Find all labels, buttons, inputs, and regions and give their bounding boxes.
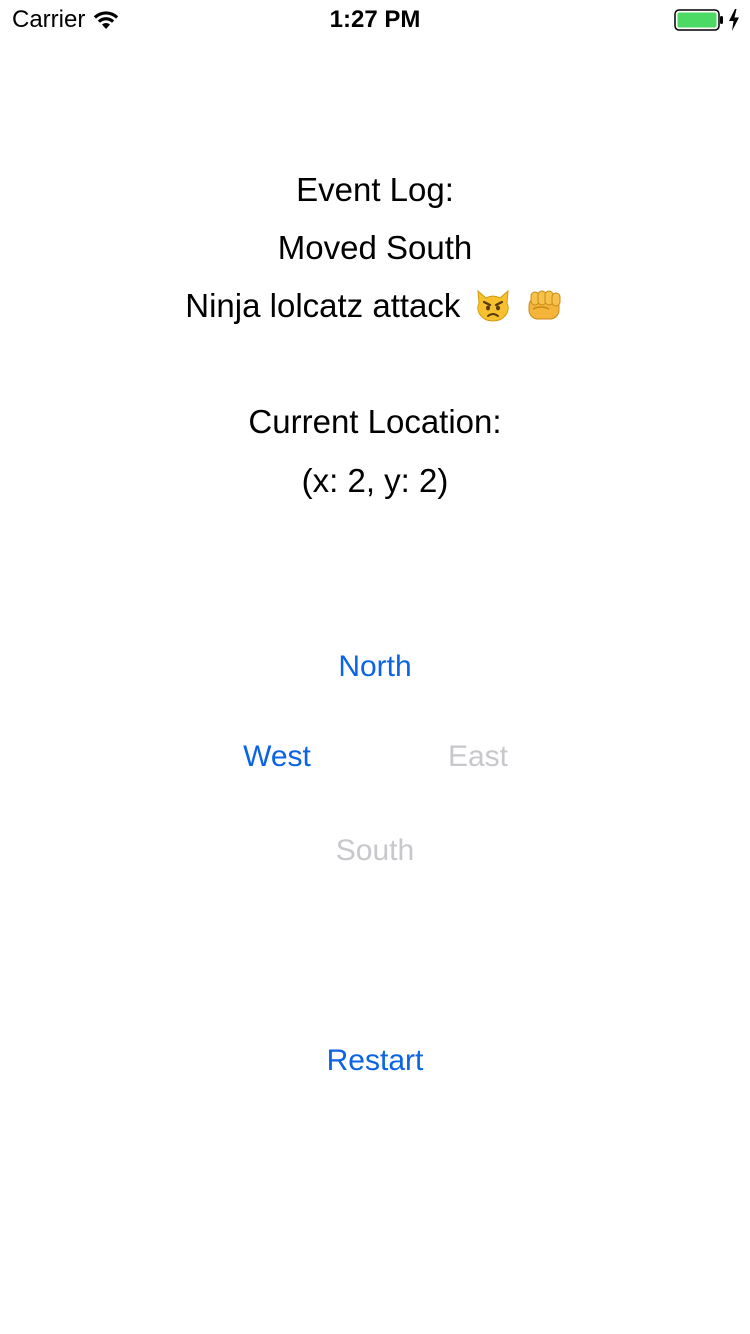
south-button[interactable]: South [275,831,475,871]
pouting-cat-icon [474,287,512,323]
status-bar: Carrier 1:27 PM [0,0,750,40]
status-time: 1:27 PM [329,6,421,33]
east-button[interactable]: East [378,737,578,777]
event-log-heading: Event Log: [296,171,454,208]
location-value: (x: 2, y: 2) [301,462,449,499]
fist-bump-icon [525,287,565,323]
west-button[interactable]: West [177,737,377,777]
event-log-entry: Moved South [277,229,473,266]
battery-indicator [674,9,740,31]
event-log-entry-text: Ninja lolcatz attack [185,287,461,324]
charging-bolt-icon [728,9,740,31]
north-button[interactable]: North [275,647,475,687]
battery-icon [674,9,724,31]
location-heading: Current Location: [248,403,502,440]
event-log-entry: Ninja lolcatz attack [0,286,750,326]
restart-button[interactable]: Restart [275,1041,475,1081]
